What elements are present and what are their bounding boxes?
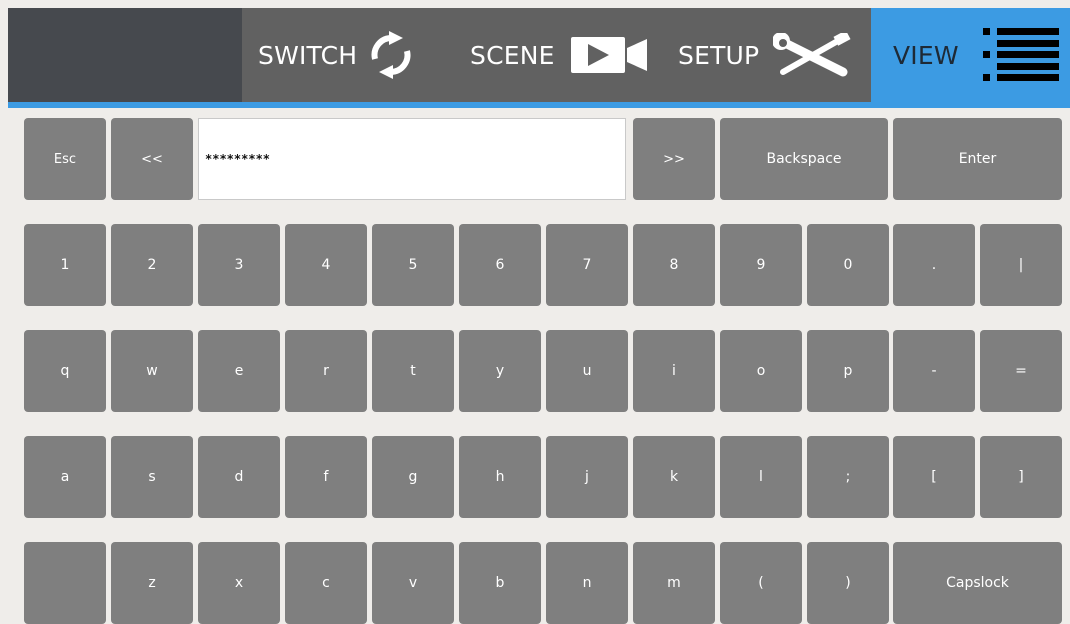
key-m[interactable]: m [633,542,715,624]
key-period[interactable]: . [893,224,975,306]
key-a[interactable]: a [24,436,106,518]
key-left-bracket[interactable]: [ [893,436,975,518]
key-7[interactable]: 7 [546,224,628,306]
key-v[interactable]: v [372,542,454,624]
key-3[interactable]: 3 [198,224,280,306]
key-pipe[interactable]: | [980,224,1062,306]
key-u[interactable]: u [546,330,628,412]
key-j[interactable]: j [546,436,628,518]
key-right-bracket[interactable]: ] [980,436,1062,518]
key-semicolon[interactable]: ; [807,436,889,518]
key-n[interactable]: n [546,542,628,624]
key-q[interactable]: q [24,330,106,412]
key-6[interactable]: 6 [459,224,541,306]
key-0[interactable]: 0 [807,224,889,306]
key-x[interactable]: x [198,542,280,624]
key-right-paren[interactable]: ) [807,542,889,624]
key-9[interactable]: 9 [720,224,802,306]
key-r[interactable]: r [285,330,367,412]
key-k[interactable]: k [633,436,715,518]
key-minus[interactable]: - [893,330,975,412]
esc-key[interactable]: Esc [24,118,106,200]
key-1[interactable]: 1 [24,224,106,306]
key-s[interactable]: s [111,436,193,518]
key-p[interactable]: p [807,330,889,412]
cursor-left-key[interactable]: << [111,118,193,200]
key-o[interactable]: o [720,330,802,412]
key-equals[interactable]: = [980,330,1062,412]
cursor-right-key[interactable]: >> [633,118,715,200]
key-5[interactable]: 5 [372,224,454,306]
key-t[interactable]: t [372,330,454,412]
password-field[interactable]: ********* [198,118,626,200]
key-y[interactable]: y [459,330,541,412]
key-w[interactable]: w [111,330,193,412]
key-4[interactable]: 4 [285,224,367,306]
key-2[interactable]: 2 [111,224,193,306]
key-left-paren[interactable]: ( [720,542,802,624]
capslock-key[interactable]: Capslock [893,542,1062,624]
key-b[interactable]: b [459,542,541,624]
key-f[interactable]: f [285,436,367,518]
key-blank[interactable] [24,542,106,624]
enter-key[interactable]: Enter [893,118,1062,200]
key-g[interactable]: g [372,436,454,518]
key-l[interactable]: l [720,436,802,518]
key-e[interactable]: e [198,330,280,412]
key-h[interactable]: h [459,436,541,518]
key-c[interactable]: c [285,542,367,624]
key-d[interactable]: d [198,436,280,518]
backspace-key[interactable]: Backspace [720,118,888,200]
key-i[interactable]: i [633,330,715,412]
on-screen-keyboard: Esc << ********* >> Backspace Enter 1 2 … [0,0,1070,624]
key-z[interactable]: z [111,542,193,624]
key-8[interactable]: 8 [633,224,715,306]
